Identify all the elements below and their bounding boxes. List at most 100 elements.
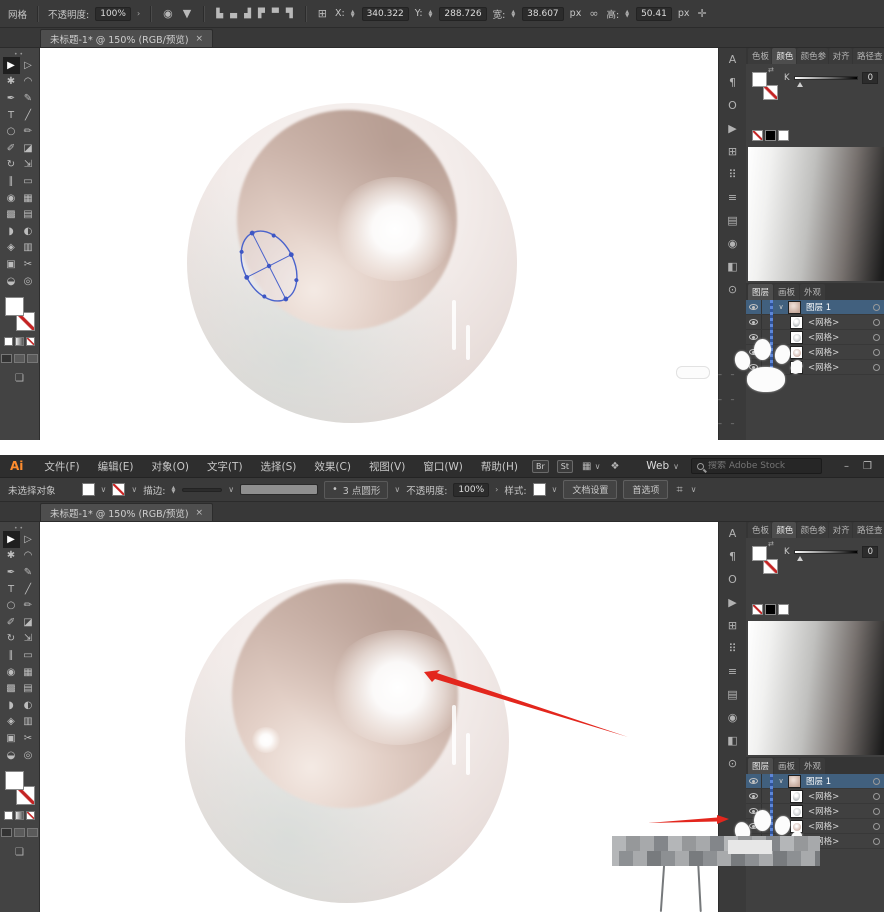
layer-name[interactable]: 图层 1 <box>806 301 873 313</box>
style-chevron[interactable]: ∨ <box>552 485 558 494</box>
tool-column-graph[interactable]: ▥ <box>20 714 37 731</box>
tool-width[interactable]: ∥ <box>3 173 20 190</box>
tool-pen[interactable]: ✒ <box>3 90 20 107</box>
y-stepper[interactable]: ▲ ▼ <box>429 9 433 18</box>
fill-swatch[interactable] <box>81 483 95 496</box>
dock-gradient-panel[interactable]: ▤ <box>723 689 743 701</box>
grayscale-ramp[interactable] <box>748 621 884 755</box>
close-tab-icon[interactable]: × <box>196 508 204 518</box>
target-circle[interactable] <box>873 303 880 311</box>
tool-mesh[interactable]: ▩ <box>3 206 20 223</box>
tool-ellipse[interactable]: ○ <box>3 123 20 140</box>
stock-search-field[interactable] <box>691 458 823 474</box>
dock-export-panel[interactable]: ⊞ <box>723 146 743 158</box>
stroke-swatch[interactable] <box>112 483 126 496</box>
y-value[interactable]: 288.726 <box>439 6 487 21</box>
fill-swatch-white[interactable] <box>4 297 24 317</box>
dock-stroke-panel[interactable]: ≡ <box>723 666 743 678</box>
target-circle[interactable] <box>873 348 880 356</box>
tool-lasso[interactable]: ◠ <box>20 74 37 91</box>
k-slider-thumb[interactable] <box>796 82 803 87</box>
layer-thumbnail[interactable] <box>790 789 803 803</box>
layer-name[interactable]: <网格> <box>808 361 873 373</box>
document-tab[interactable]: 未标题-1* @ 150% (RGB/预览) × <box>40 29 214 47</box>
visibility-toggle[interactable] <box>746 789 762 803</box>
close-tab-icon[interactable]: × <box>196 34 204 44</box>
k-slider-thumb[interactable] <box>796 556 803 561</box>
swatch-white[interactable] <box>778 130 789 141</box>
layer-name[interactable]: <网格> <box>808 790 873 802</box>
expand-chevron[interactable]: ∨ <box>774 303 788 311</box>
fill-swatch-white[interactable] <box>752 546 767 561</box>
target-circle[interactable] <box>873 807 880 815</box>
dock-export-panel[interactable]: ⊞ <box>723 620 743 632</box>
opacity-chevron[interactable]: › <box>495 485 498 494</box>
fill-stroke-swatches[interactable] <box>4 771 35 806</box>
tool-blend[interactable]: ◐ <box>20 223 37 240</box>
layer-name[interactable]: <网格> <box>808 805 873 817</box>
tool-shape-builder[interactable]: ◉ <box>3 664 20 681</box>
draw-normal-button[interactable] <box>1 354 12 364</box>
tool-gradient[interactable]: ▤ <box>20 680 37 697</box>
layer-name[interactable]: 图层 1 <box>806 775 873 787</box>
tool-scale[interactable]: ⇲ <box>20 631 37 648</box>
gpu-performance-icon[interactable]: ❖ <box>611 461 620 472</box>
tool-artboard[interactable]: ▣ <box>3 256 20 273</box>
tool-pen[interactable]: ✒ <box>3 564 20 581</box>
opacity-chevron[interactable]: › <box>137 9 140 18</box>
none-button[interactable] <box>26 337 35 347</box>
tool-selection[interactable]: ▶ <box>2 57 20 74</box>
tool-selection[interactable]: ▶ <box>2 531 20 548</box>
screen-mode-icon[interactable]: ❏ <box>15 847 24 858</box>
brush-definition[interactable]: • 3 点圆形 <box>324 480 389 499</box>
tool-symbol-sprayer[interactable]: ◈ <box>3 714 20 731</box>
width-stepper[interactable]: ▲ ▼ <box>511 9 515 18</box>
panel-fill-stroke[interactable] <box>752 72 778 100</box>
tool-pencil[interactable]: ✐ <box>3 140 20 157</box>
icon-align-horizontal-center[interactable]: ▄ <box>228 9 239 19</box>
dock-appearance-panel[interactable]: ◧ <box>723 735 743 747</box>
dock-actions-panel[interactable]: ▶ <box>723 123 743 135</box>
layer-name[interactable]: <网格> <box>808 820 873 832</box>
visibility-toggle[interactable] <box>746 315 762 329</box>
document-tab[interactable]: 未标题-1* @ 150% (RGB/预览) × <box>40 503 214 521</box>
tool-eyedropper[interactable]: ◗ <box>3 223 20 240</box>
tool-eyedropper[interactable]: ◗ <box>3 697 20 714</box>
tool-eraser[interactable]: ◪ <box>20 614 37 631</box>
draw-normal-button[interactable] <box>1 828 12 838</box>
dock-paragraph-panel[interactable]: ¶ <box>723 551 743 563</box>
more-chevron[interactable]: ∨ <box>691 485 697 494</box>
icon-align-left[interactable]: ▙ <box>214 9 225 19</box>
dock-paragraph-panel[interactable]: ¶ <box>723 77 743 89</box>
tool-mesh[interactable]: ▩ <box>3 680 20 697</box>
swatch-black[interactable] <box>765 604 776 615</box>
tool-scale[interactable]: ⇲ <box>20 157 37 174</box>
stroke-swatch-none[interactable] <box>763 559 778 574</box>
shape-mode-icon[interactable]: ▼ <box>181 7 193 20</box>
tool-direct-selection[interactable]: ▷ <box>20 531 37 548</box>
tool-magic-wand[interactable]: ✱ <box>3 74 20 91</box>
icon-align-vertical-center[interactable]: ▀ <box>270 9 281 19</box>
target-circle[interactable] <box>873 333 880 341</box>
tool-magic-wand[interactable]: ✱ <box>3 548 20 565</box>
color-button[interactable] <box>4 811 13 821</box>
dock-transparency-panel[interactable]: ◉ <box>723 238 743 250</box>
tool-line-segment[interactable]: ╱ <box>20 107 37 124</box>
tool-blend[interactable]: ◐ <box>20 697 37 714</box>
dock-appearance-panel[interactable]: ◧ <box>723 261 743 273</box>
dock-transparency-panel[interactable]: ◉ <box>723 712 743 724</box>
target-circle[interactable] <box>873 318 880 326</box>
artboard-canvas[interactable] <box>40 48 718 440</box>
layer-row[interactable]: ∨ 图层 1 <box>746 774 884 789</box>
x-value[interactable]: 340.322 <box>361 6 409 21</box>
draw-behind-button[interactable] <box>14 354 25 364</box>
layer-thumbnail[interactable] <box>788 300 801 314</box>
tool-hand[interactable]: ◒ <box>3 273 20 290</box>
dock-opentype-panel[interactable]: O <box>723 574 743 586</box>
stock-button[interactable]: St <box>556 459 573 473</box>
tool-pencil[interactable]: ✐ <box>3 614 20 631</box>
dock-pattern-panel[interactable]: ⠿ <box>723 643 743 655</box>
stroke-stepper[interactable]: ▲ ▼ <box>171 485 175 494</box>
color-button[interactable] <box>4 337 13 347</box>
grayscale-ramp[interactable] <box>748 147 884 281</box>
